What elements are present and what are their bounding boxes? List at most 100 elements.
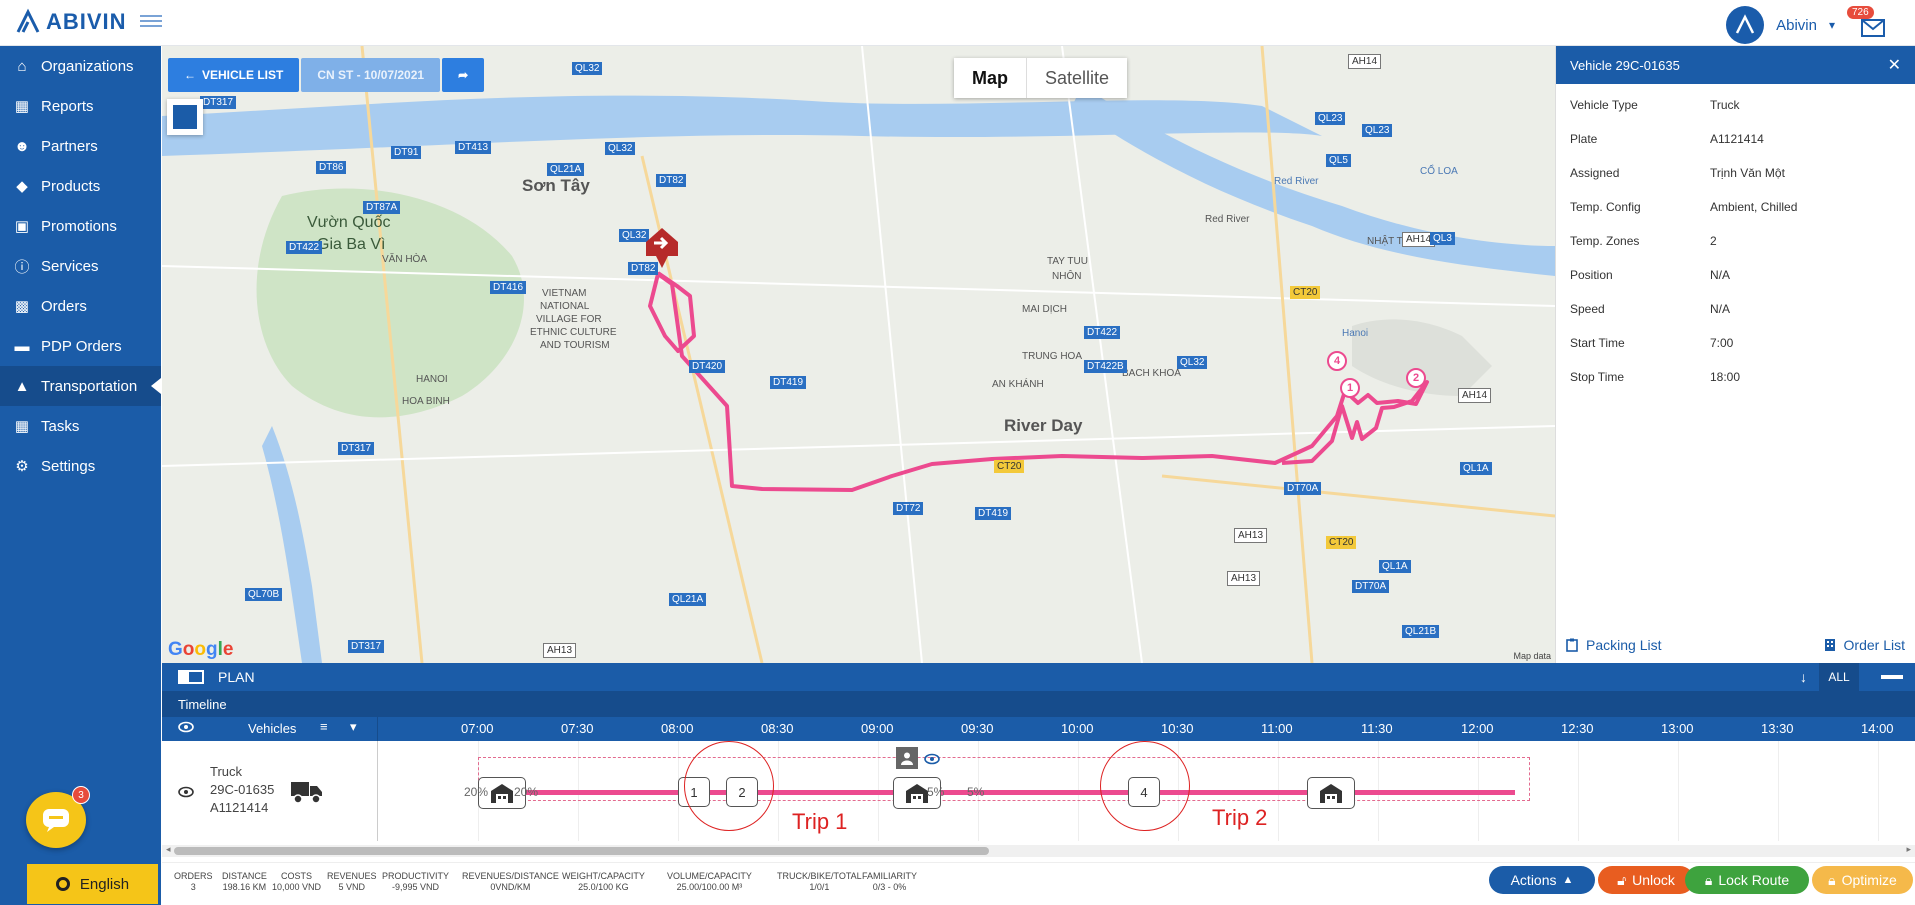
brand-name: ABIVIN [46, 9, 127, 34]
lock-route-button[interactable]: 🔒︎ Lock Route [1685, 866, 1809, 894]
packing-list-label: Packing List [1586, 637, 1662, 653]
vehicle-list-button[interactable]: ← VEHICLE LIST [168, 58, 300, 92]
map-place-label: AND TOURISM [540, 340, 610, 351]
vehicle-info[interactable]: Truck 29C-01635 A1121414 [210, 763, 274, 817]
unlock-button[interactable]: 🔓︎ Unlock [1598, 866, 1694, 894]
detail-value: 7:00 [1710, 336, 1734, 350]
detail-value: Trịnh Văn Một [1710, 166, 1785, 180]
plan-bar: PLAN ↓ ALL [162, 663, 1915, 691]
layer-toggle-button[interactable] [167, 99, 203, 135]
minimize-icon[interactable] [1881, 675, 1903, 679]
timeline-columns: Vehicles ≡ ▾ 07:00 07:30 08:00 08:30 09:00 09… [162, 717, 1915, 741]
stat-item: COSTS 10,000 VND [272, 871, 321, 893]
map-place-label: HANOI [416, 374, 448, 385]
sidebar-item-pdp-orders[interactable]: ▬ PDP Orders [0, 326, 161, 366]
eye-icon[interactable] [178, 785, 194, 803]
scroll-left-icon[interactable]: ◂ [166, 844, 171, 855]
eye-icon[interactable] [924, 753, 940, 765]
map-place-label: Red River [1205, 214, 1250, 225]
road-label: DT422B [1084, 360, 1127, 373]
user-menu[interactable]: Abivin ▾ [1726, 6, 1835, 44]
notification-button[interactable]: 726 [1847, 6, 1891, 38]
sidebar-item-partners[interactable]: ☻ Partners [0, 126, 161, 166]
road-label: QL23 [1362, 124, 1393, 137]
gift-icon: ▣ [14, 218, 30, 235]
sidebar-item-promotions[interactable]: ▣ Promotions [0, 206, 161, 246]
warehouse-icon [491, 784, 513, 803]
detail-key: Temp. Config [1570, 200, 1641, 214]
detail-row: Stop Time 18:00 [1556, 360, 1915, 394]
menu-toggle-icon[interactable] [140, 12, 162, 30]
close-icon[interactable]: ✕ [1888, 55, 1901, 75]
time-tick: 09:30 [961, 721, 994, 736]
time-tick: 12:30 [1561, 721, 1594, 736]
optimize-button[interactable]: 🔒︎ Optimize [1812, 866, 1913, 894]
sidebar-item-reports[interactable]: ▦ Reports [0, 86, 161, 126]
stat-item: FAMILIARITY 0/3 - 0% [862, 871, 917, 893]
road-label: CT20 [1326, 536, 1357, 549]
road-label: DT317 [338, 442, 375, 455]
sidebar-item-settings[interactable]: ⚙ Settings [0, 446, 161, 486]
road-label: AH13 [1234, 528, 1268, 543]
chat-button[interactable]: 3 [26, 786, 90, 848]
map-canvas[interactable] [162, 46, 1555, 663]
detail-row: Plate A1121414 [1556, 122, 1915, 156]
detail-value: A1121414 [1710, 132, 1764, 146]
scroll-right-icon[interactable]: ▸ [1906, 844, 1911, 855]
capacity-percent: 20% [464, 785, 489, 799]
detail-row: Speed N/A [1556, 292, 1915, 326]
map-stop-marker[interactable]: 1 [1340, 378, 1360, 398]
map[interactable]: Sơn Tây Vườn Quốc Gia Ba Vì VĂN HÒA VIETNAM N… [162, 46, 1555, 663]
depot-marker-icon[interactable] [642, 226, 682, 270]
actions-button[interactable]: Actions ▲ [1489, 866, 1595, 894]
tab-satellite[interactable]: Satellite [1027, 58, 1127, 98]
stat-value: 198.16 KM [222, 882, 267, 892]
language-button[interactable]: English [27, 864, 158, 904]
user-name[interactable]: Abivin [1776, 17, 1817, 34]
stat-item: WEIGHT/CAPACITY 25.0/100 KG [562, 871, 645, 893]
road-label: QL1A [1460, 462, 1492, 475]
eye-icon[interactable] [178, 721, 194, 736]
map-stop-marker[interactable]: 4 [1327, 351, 1347, 371]
notification-badge: 726 [1847, 6, 1874, 19]
logo[interactable]: ABIVIN [14, 8, 127, 36]
share-button[interactable]: ➦ [442, 58, 485, 92]
sidebar-item-orders[interactable]: ▩ Orders [0, 286, 161, 326]
download-icon[interactable]: ↓ [1800, 669, 1807, 685]
detail-key: Vehicle Type [1570, 98, 1638, 112]
tab-map[interactable]: Map [954, 58, 1027, 98]
stat-value: 0/3 - 0% [872, 882, 907, 892]
road-label: QL1A [1379, 560, 1411, 573]
map-place-label: VĂN HÒA [382, 254, 428, 265]
map-stop-marker[interactable]: 2 [1406, 368, 1426, 388]
sidebar-item-tasks[interactable]: ▦ Tasks [0, 406, 161, 446]
packing-list-link[interactable]: Packing List [1566, 637, 1661, 653]
caret-down-icon[interactable]: ▾ [350, 719, 357, 735]
toggle-panel-icon[interactable] [178, 670, 204, 684]
sidebar-item-products[interactable]: ◆ Products [0, 166, 161, 206]
plan-name-button[interactable]: CN ST - 10/07/2021 [301, 58, 441, 92]
road-label: DT419 [975, 507, 1012, 520]
map-place-label: CỔ LOA [1420, 166, 1458, 177]
driver-avatar-icon[interactable] [896, 747, 918, 769]
all-button[interactable]: ALL [1819, 663, 1859, 691]
map-place-label: NATIONAL [540, 301, 590, 312]
chat-icon [43, 809, 69, 832]
order-list-link[interactable]: Order List [1824, 637, 1905, 653]
scroll-thumb[interactable] [174, 847, 989, 855]
language-label: English [79, 875, 130, 893]
circle-icon [55, 877, 70, 891]
road-label: DT91 [391, 146, 422, 159]
capacity-percent: 20% [514, 785, 539, 799]
sidebar-item-organizations[interactable]: ⌂ Organizations [0, 46, 161, 86]
avatar[interactable] [1726, 6, 1765, 44]
sidebar-item-services[interactable]: ⓘ Services [0, 246, 161, 286]
road-label: QL70B [245, 588, 283, 601]
sidebar-item-transportation[interactable]: ▲ Transportation [0, 366, 161, 406]
time-tick: 08:30 [761, 721, 794, 736]
filter-icon[interactable]: ≡ [320, 719, 328, 734]
timeline-scrollbar[interactable]: ◂ ▸ [162, 844, 1915, 857]
chevron-down-icon[interactable]: ▾ [1829, 18, 1835, 32]
dropbox-icon: ◆ [16, 178, 28, 195]
depot-end-block[interactable] [1307, 777, 1355, 809]
